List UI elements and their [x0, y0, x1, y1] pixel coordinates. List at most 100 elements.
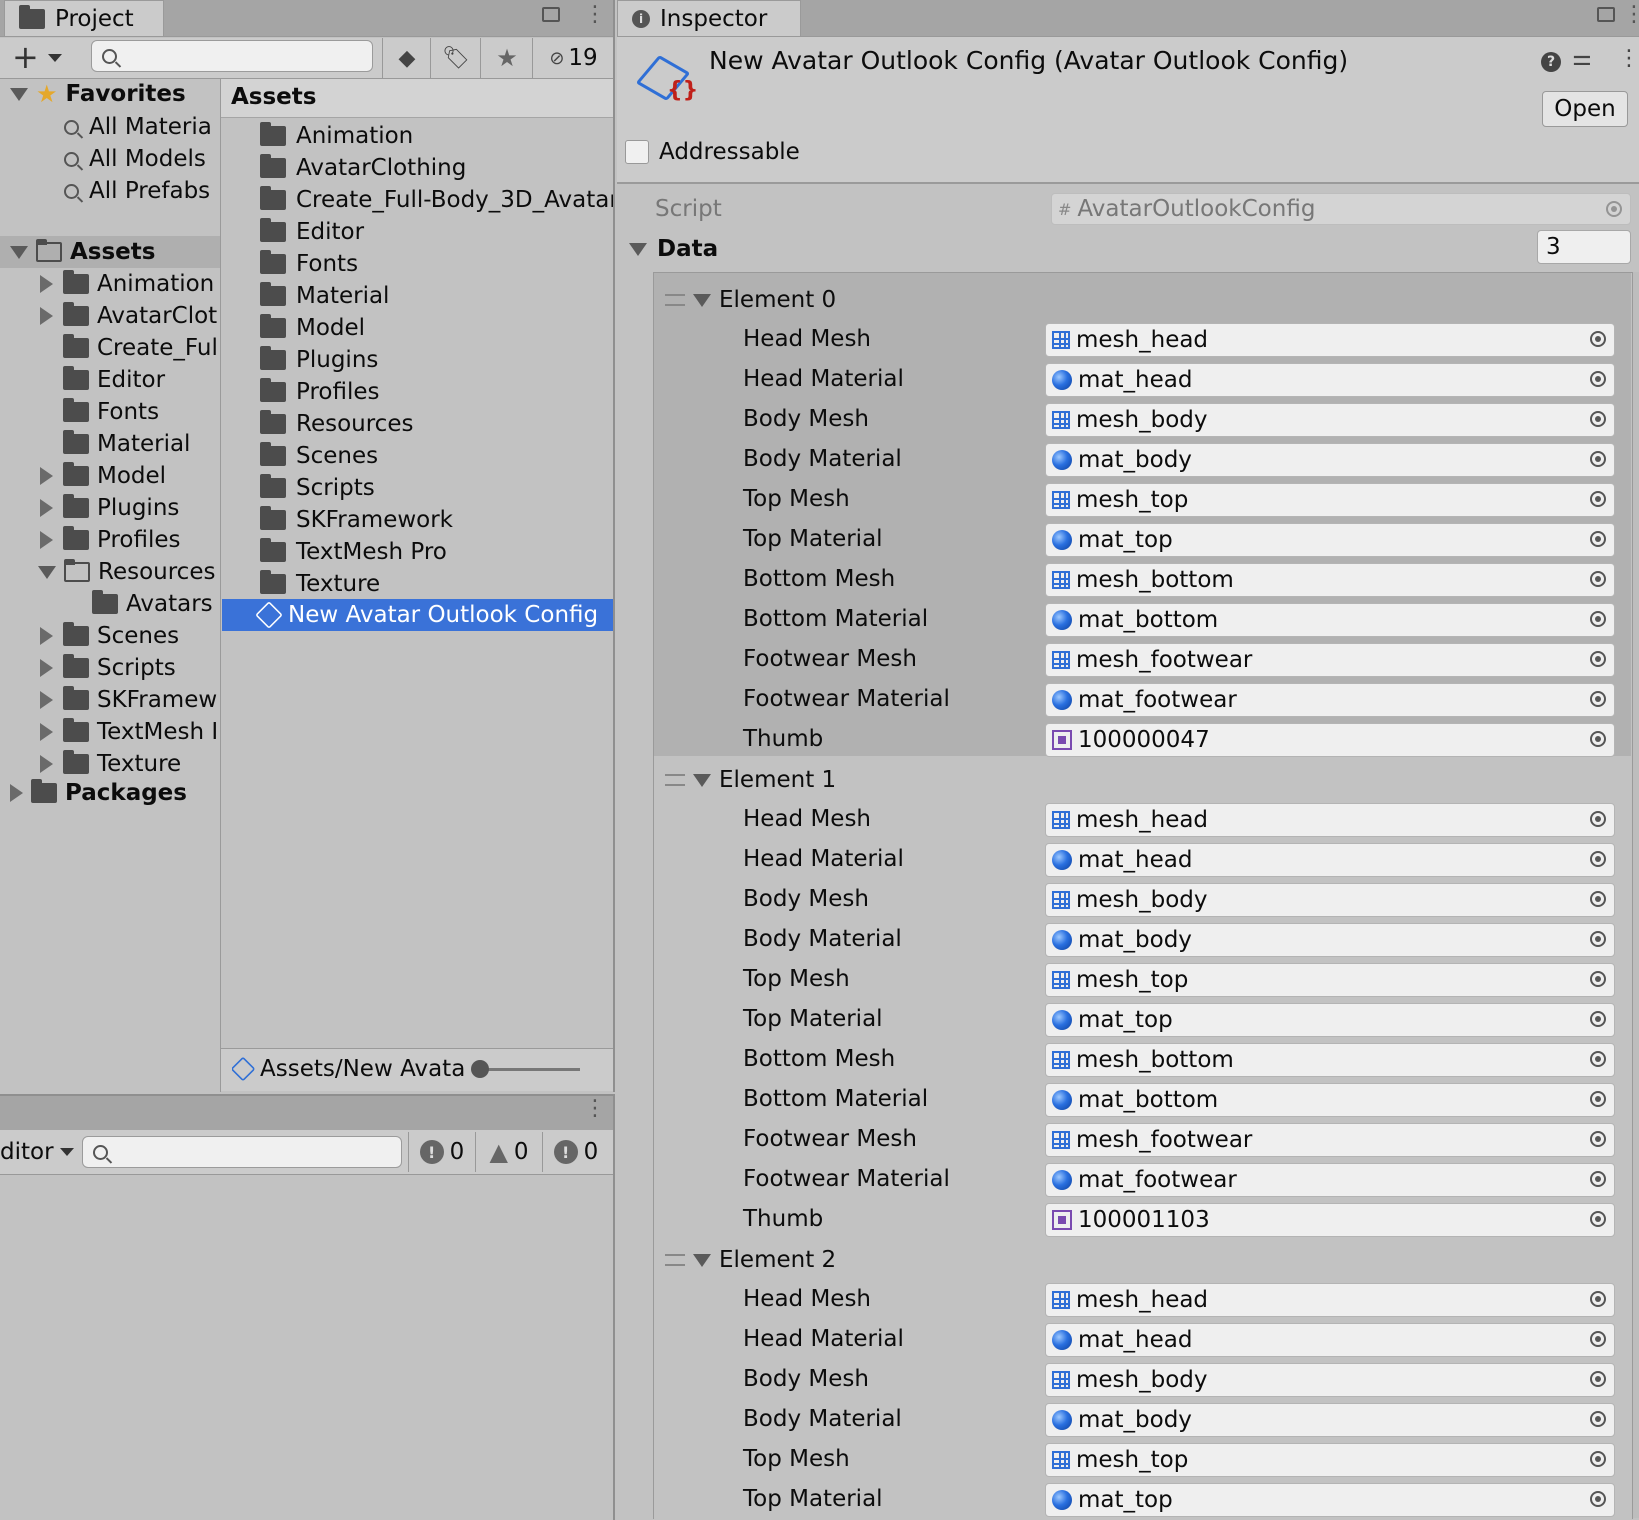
- object-field[interactable]: mesh_head: [1045, 803, 1615, 837]
- object-picker-icon[interactable]: [1590, 1411, 1606, 1427]
- object-field[interactable]: mesh_top: [1045, 963, 1615, 997]
- collapsed-arrow-icon[interactable]: [40, 659, 53, 677]
- element-0-foldout[interactable]: Element 0: [665, 283, 836, 317]
- object-picker-icon[interactable]: [1590, 371, 1606, 387]
- assets-tree-row[interactable]: Assets: [10, 236, 155, 268]
- favorites-item[interactable]: All Materia: [64, 111, 212, 143]
- object-picker-icon[interactable]: [1590, 971, 1606, 987]
- expand-arrow-icon[interactable]: [38, 565, 56, 579]
- object-picker-icon[interactable]: [1590, 1131, 1606, 1147]
- tree-item[interactable]: Create_Ful: [38, 332, 220, 364]
- object-picker-icon[interactable]: [1590, 451, 1606, 467]
- object-picker-icon[interactable]: [1590, 1451, 1606, 1467]
- tree-item[interactable]: AvatarClot: [38, 300, 220, 332]
- object-picker-icon[interactable]: [1590, 1091, 1606, 1107]
- asset-list-item[interactable]: Scripts: [260, 472, 613, 504]
- object-field[interactable]: 100000047: [1045, 723, 1615, 757]
- object-field[interactable]: mat_body: [1045, 443, 1615, 477]
- object-picker-icon[interactable]: [1590, 1011, 1606, 1027]
- object-picker-icon[interactable]: [1590, 1331, 1606, 1347]
- asset-list-item[interactable]: Plugins: [260, 344, 613, 376]
- object-field[interactable]: mat_bottom: [1045, 603, 1615, 637]
- slider-handle[interactable]: [471, 1060, 489, 1078]
- tree-item[interactable]: Fonts: [38, 396, 220, 428]
- data-foldout[interactable]: Data: [629, 232, 718, 266]
- chevron-down-icon[interactable]: [48, 54, 62, 62]
- asset-list-item[interactable]: AvatarClothing: [260, 152, 613, 184]
- selected-asset[interactable]: New Avatar Outlook Config: [256, 599, 598, 631]
- asset-list-item[interactable]: Fonts: [260, 248, 613, 280]
- checkbox[interactable]: [625, 140, 649, 164]
- object-field[interactable]: mat_top: [1045, 523, 1615, 557]
- tab-inspector[interactable]: i Inspector: [617, 0, 801, 36]
- collapsed-arrow-icon[interactable]: [40, 755, 53, 773]
- asset-list-item[interactable]: Create_Full-Body_3D_Avatar: [260, 184, 613, 216]
- data-size-input[interactable]: 3: [1537, 230, 1631, 264]
- object-picker-icon[interactable]: [1590, 411, 1606, 427]
- hidden-packages-button[interactable]: ⊘ 19: [532, 38, 614, 78]
- object-picker-icon[interactable]: [1590, 331, 1606, 347]
- tree-item[interactable]: Avatars: [92, 588, 220, 620]
- help-icon[interactable]: ?: [1541, 52, 1561, 72]
- object-field[interactable]: mat_head: [1045, 1323, 1615, 1357]
- object-field[interactable]: mesh_body: [1045, 883, 1615, 917]
- drag-handle-icon[interactable]: [665, 774, 685, 786]
- object-picker-icon[interactable]: [1590, 531, 1606, 547]
- editor-dropdown[interactable]: ditor: [0, 1136, 74, 1168]
- addressable-toggle[interactable]: Addressable: [625, 135, 800, 169]
- drag-handle-icon[interactable]: [665, 294, 685, 306]
- error-count-toggle[interactable]: ! 0: [408, 1132, 475, 1172]
- add-button[interactable]: +: [12, 38, 39, 76]
- tree-item[interactable]: Scripts: [38, 652, 220, 684]
- object-picker-icon[interactable]: [1590, 571, 1606, 587]
- asset-list-item[interactable]: Model: [260, 312, 613, 344]
- object-field[interactable]: mat_top: [1045, 1483, 1615, 1517]
- object-picker-icon[interactable]: [1590, 1051, 1606, 1067]
- element-2-foldout[interactable]: Element 2: [665, 1243, 836, 1277]
- more-menu-icon[interactable]: ⋮: [584, 2, 606, 27]
- collapsed-arrow-icon[interactable]: [40, 467, 53, 485]
- asset-list-item[interactable]: Editor: [260, 216, 613, 248]
- object-field[interactable]: mesh_body: [1045, 1363, 1615, 1397]
- tree-item[interactable]: TextMesh I: [38, 716, 220, 748]
- object-picker-icon[interactable]: [1590, 1291, 1606, 1307]
- tree-item[interactable]: Scenes: [38, 620, 220, 652]
- object-field[interactable]: mesh_footwear: [1045, 1123, 1615, 1157]
- open-button[interactable]: Open: [1542, 91, 1628, 127]
- project-search-input[interactable]: [91, 40, 373, 72]
- filter-by-label-button[interactable]: 🏷: [430, 38, 481, 78]
- object-picker-icon[interactable]: [1590, 1211, 1606, 1227]
- favorites-header[interactable]: ★ Favorites: [10, 79, 186, 109]
- packages-tree-row[interactable]: Packages: [10, 777, 187, 809]
- collapsed-arrow-icon[interactable]: [40, 531, 53, 549]
- more-menu-icon[interactable]: ⋮: [1623, 2, 1639, 27]
- object-picker-icon[interactable]: [1590, 491, 1606, 507]
- object-picker-icon[interactable]: [1590, 651, 1606, 667]
- tree-item[interactable]: SKFramew: [38, 684, 220, 716]
- object-field[interactable]: mesh_bottom: [1045, 1043, 1615, 1077]
- asset-list-item[interactable]: Profiles: [260, 376, 613, 408]
- asset-list-item[interactable]: Resources: [260, 408, 613, 440]
- object-field[interactable]: mesh_head: [1045, 323, 1615, 357]
- favorites-item[interactable]: All Models: [64, 143, 206, 175]
- element-1-foldout[interactable]: Element 1: [665, 763, 836, 797]
- object-field[interactable]: mesh_head: [1045, 1283, 1615, 1317]
- collapsed-arrow-icon[interactable]: [40, 691, 53, 709]
- asset-list-item[interactable]: Texture: [260, 568, 613, 600]
- warning-count-toggle[interactable]: ▲ 0: [475, 1132, 542, 1172]
- tree-item[interactable]: Model: [38, 460, 220, 492]
- presets-icon[interactable]: ⚌: [1572, 46, 1592, 71]
- object-field[interactable]: mat_top: [1045, 1003, 1615, 1037]
- tree-item[interactable]: Plugins: [38, 492, 220, 524]
- more-menu-icon[interactable]: ⋮: [584, 1096, 606, 1121]
- icon-size-slider[interactable]: [471, 1060, 580, 1078]
- tab-project[interactable]: Project: [4, 0, 164, 36]
- collapsed-arrow-icon[interactable]: [40, 723, 53, 741]
- object-field[interactable]: mesh_top: [1045, 483, 1615, 517]
- tree-item[interactable]: Texture: [38, 748, 220, 780]
- asset-list-item[interactable]: Material: [260, 280, 613, 312]
- collapsed-arrow-icon[interactable]: [40, 275, 53, 293]
- object-field[interactable]: mat_bottom: [1045, 1083, 1615, 1117]
- favorites-star-button[interactable]: ★: [480, 38, 533, 78]
- collapsed-arrow-icon[interactable]: [40, 627, 53, 645]
